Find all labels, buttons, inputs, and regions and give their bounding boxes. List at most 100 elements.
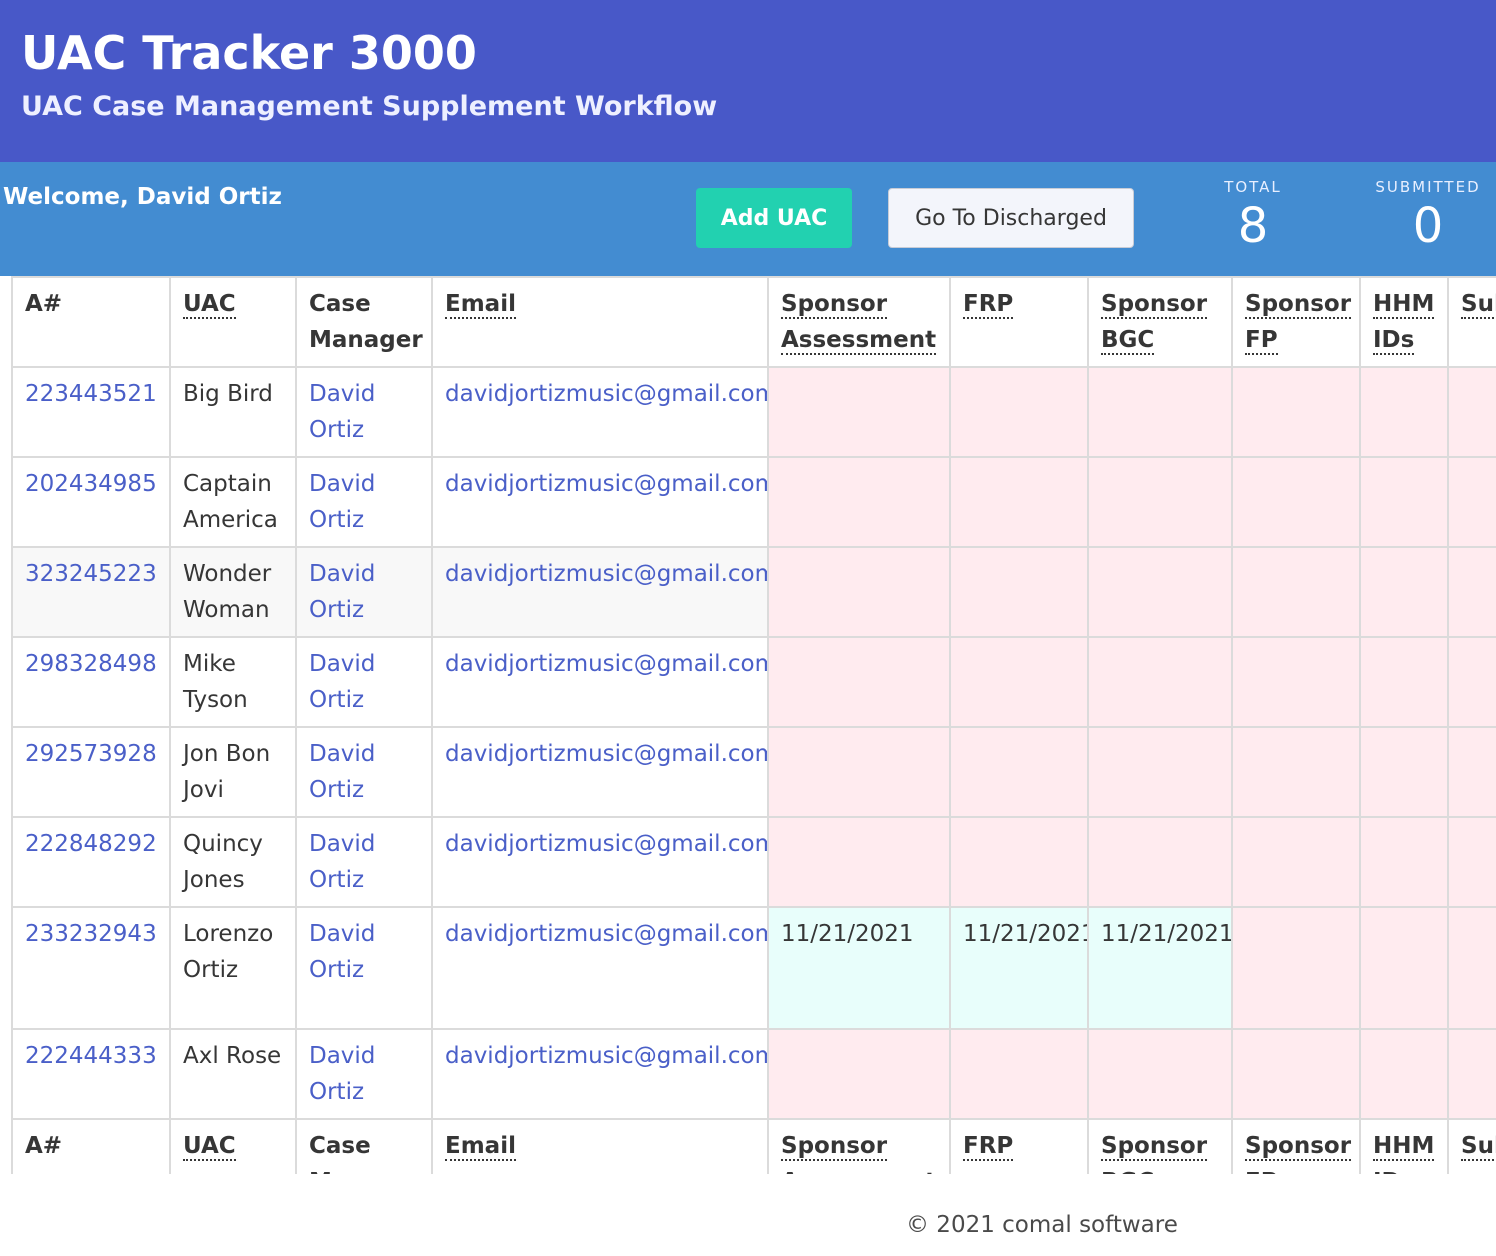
email-link[interactable]: davidjortizmusic@gmail.com bbox=[445, 741, 766, 767]
frp-cell[interactable] bbox=[949, 456, 1089, 548]
sponsor-fp-cell[interactable] bbox=[1231, 636, 1361, 728]
sul-cell[interactable] bbox=[1447, 906, 1496, 1030]
table-row: 222444333 Axl Rose David Ortiz davidjortizm… bbox=[11, 1028, 1496, 1120]
sponsor-assessment-cell[interactable] bbox=[767, 636, 951, 728]
a-number-link[interactable]: 298328498 bbox=[25, 651, 157, 677]
case-manager-cell: David Ortiz bbox=[295, 546, 433, 638]
sul-cell[interactable] bbox=[1447, 546, 1496, 638]
sponsor-bgc-cell[interactable] bbox=[1087, 366, 1233, 458]
sponsor-bgc-cell[interactable] bbox=[1087, 726, 1233, 818]
sponsor-bgc-cell[interactable] bbox=[1087, 456, 1233, 548]
email-link[interactable]: davidjortizmusic@gmail.com bbox=[445, 381, 766, 407]
sul-cell[interactable] bbox=[1447, 816, 1496, 908]
table-body: 223443521 Big Bird David Ortiz davidjortizm… bbox=[11, 366, 1496, 1120]
email-link[interactable]: davidjortizmusic@gmail.com bbox=[445, 651, 766, 677]
uac-name: Axl Rose bbox=[169, 1028, 297, 1120]
sponsor-assessment-cell[interactable] bbox=[767, 456, 951, 548]
a-number-link[interactable]: 222848292 bbox=[25, 831, 157, 857]
footer-col-label: HHM IDs bbox=[1373, 1133, 1435, 1174]
sul-cell[interactable] bbox=[1447, 456, 1496, 548]
a-number-cell: 202434985 bbox=[11, 456, 171, 548]
case-manager-link[interactable]: David Ortiz bbox=[309, 831, 375, 893]
sponsor-bgc-cell[interactable] bbox=[1087, 1028, 1233, 1120]
sponsor-assessment-cell[interactable] bbox=[767, 366, 951, 458]
case-manager-link[interactable]: David Ortiz bbox=[309, 1043, 375, 1105]
a-number-link[interactable]: 223443521 bbox=[25, 381, 157, 407]
frp-cell[interactable] bbox=[949, 636, 1089, 728]
header-col-4: Sponsor Assessment bbox=[767, 276, 951, 368]
sponsor-assessment-cell[interactable] bbox=[767, 726, 951, 818]
header-col-label: Case Manager bbox=[309, 291, 423, 353]
frp-cell[interactable] bbox=[949, 1028, 1089, 1120]
total-stat: TOTAL 8 bbox=[1200, 178, 1306, 254]
sul-cell[interactable] bbox=[1447, 636, 1496, 728]
uac-name: Quincy Jones bbox=[169, 816, 297, 908]
sponsor-fp-cell[interactable] bbox=[1231, 456, 1361, 548]
uac-name: Captain America bbox=[169, 456, 297, 548]
case-manager-link[interactable]: David Ortiz bbox=[309, 471, 375, 533]
sponsor-bgc-cell[interactable] bbox=[1087, 546, 1233, 638]
email-link[interactable]: davidjortizmusic@gmail.com bbox=[445, 1043, 766, 1069]
a-number-link[interactable]: 233232943 bbox=[25, 921, 157, 947]
a-number-cell: 323245223 bbox=[11, 546, 171, 638]
hhm-ids-cell[interactable] bbox=[1359, 816, 1449, 908]
case-manager-link[interactable]: David Ortiz bbox=[309, 561, 375, 623]
sponsor-fp-cell[interactable] bbox=[1231, 906, 1361, 1030]
hhm-ids-cell[interactable] bbox=[1359, 1028, 1449, 1120]
frp-cell[interactable]: 11/21/2021 bbox=[949, 906, 1089, 1030]
header-col-2: Case Manager bbox=[295, 276, 433, 368]
table-row: 202434985 Captain America David Ortiz david… bbox=[11, 456, 1496, 548]
sponsor-assessment-cell[interactable]: 11/21/2021 bbox=[767, 906, 951, 1030]
hhm-ids-cell[interactable] bbox=[1359, 546, 1449, 638]
copyright-text: © 2021 comal software bbox=[906, 1212, 1178, 1238]
frp-cell[interactable] bbox=[949, 366, 1089, 458]
case-manager-link[interactable]: David Ortiz bbox=[309, 651, 375, 713]
sponsor-fp-cell[interactable] bbox=[1231, 1028, 1361, 1120]
uac-name: Lorenzo Ortiz bbox=[169, 906, 297, 1030]
email-cell: davidjortizmusic@gmail.com bbox=[431, 1028, 769, 1120]
submitted-stat: SUBMITTED 0 bbox=[1368, 178, 1488, 254]
footer-col-8: HHM IDs bbox=[1359, 1118, 1449, 1174]
case-manager-cell: David Ortiz bbox=[295, 816, 433, 908]
a-number-link[interactable]: 292573928 bbox=[25, 741, 157, 767]
go-to-discharged-button[interactable]: Go To Discharged bbox=[888, 188, 1134, 248]
sul-cell[interactable] bbox=[1447, 1028, 1496, 1120]
case-manager-link[interactable]: David Ortiz bbox=[309, 741, 375, 803]
email-link[interactable]: davidjortizmusic@gmail.com bbox=[445, 921, 766, 947]
case-manager-link[interactable]: David Ortiz bbox=[309, 381, 375, 443]
sponsor-assessment-cell[interactable] bbox=[767, 546, 951, 638]
email-link[interactable]: davidjortizmusic@gmail.com bbox=[445, 471, 766, 497]
a-number-link[interactable]: 202434985 bbox=[25, 471, 157, 497]
sul-cell[interactable] bbox=[1447, 366, 1496, 458]
header-col-label: HHM IDs bbox=[1373, 291, 1435, 355]
app-subtitle: UAC Case Management Supplement Workflow bbox=[21, 91, 718, 122]
sponsor-fp-cell[interactable] bbox=[1231, 816, 1361, 908]
a-number-link[interactable]: 323245223 bbox=[25, 561, 157, 587]
sponsor-bgc-cell[interactable] bbox=[1087, 816, 1233, 908]
email-link[interactable]: davidjortizmusic@gmail.com bbox=[445, 561, 766, 587]
sponsor-assessment-cell[interactable] bbox=[767, 1028, 951, 1120]
sponsor-assessment-cell[interactable] bbox=[767, 816, 951, 908]
sponsor-fp-cell[interactable] bbox=[1231, 726, 1361, 818]
hhm-ids-cell[interactable] bbox=[1359, 906, 1449, 1030]
hhm-ids-cell[interactable] bbox=[1359, 726, 1449, 818]
frp-cell[interactable] bbox=[949, 816, 1089, 908]
hhm-ids-cell[interactable] bbox=[1359, 366, 1449, 458]
frp-cell[interactable] bbox=[949, 726, 1089, 818]
hhm-ids-cell[interactable] bbox=[1359, 456, 1449, 548]
app-title: UAC Tracker 3000 bbox=[21, 26, 477, 80]
sponsor-fp-cell[interactable] bbox=[1231, 546, 1361, 638]
sponsor-fp-cell[interactable] bbox=[1231, 366, 1361, 458]
email-cell: davidjortizmusic@gmail.com bbox=[431, 366, 769, 458]
sul-cell[interactable] bbox=[1447, 726, 1496, 818]
a-number-link[interactable]: 222444333 bbox=[25, 1043, 157, 1069]
header-col-9: Sul bbox=[1447, 276, 1496, 368]
sponsor-bgc-cell[interactable]: 11/21/2021 bbox=[1087, 906, 1233, 1030]
sponsor-bgc-cell[interactable] bbox=[1087, 636, 1233, 728]
case-manager-link[interactable]: David Ortiz bbox=[309, 921, 375, 983]
uac-table-wrapper[interactable]: A# UAC Case Manager Email Sponsor Assessment… bbox=[0, 276, 1496, 1174]
email-link[interactable]: davidjortizmusic@gmail.com bbox=[445, 831, 766, 857]
frp-cell[interactable] bbox=[949, 546, 1089, 638]
add-uac-button[interactable]: Add UAC bbox=[696, 188, 852, 248]
hhm-ids-cell[interactable] bbox=[1359, 636, 1449, 728]
